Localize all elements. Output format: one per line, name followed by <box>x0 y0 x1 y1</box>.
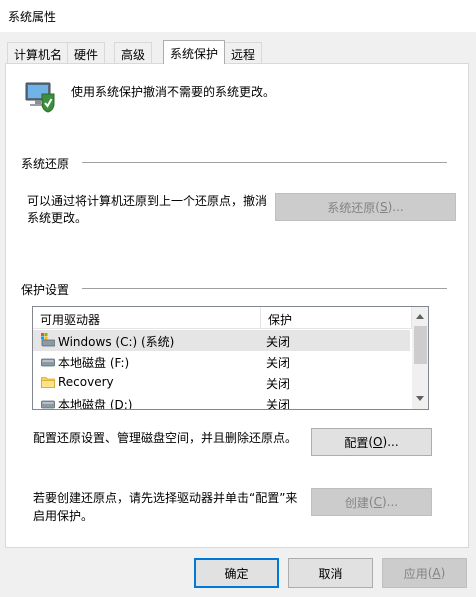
column-header-protection[interactable]: 保护 <box>261 307 412 329</box>
cancel-button[interactable]: 取消 <box>288 558 373 588</box>
tab-hardware[interactable]: 硬件 <box>67 42 106 63</box>
system-drive-icon <box>41 333 56 347</box>
drive-protection-status: 关闭 <box>266 356 291 370</box>
tab-system-protection[interactable]: 系统保护 <box>163 40 226 64</box>
scroll-down-arrow-icon[interactable] <box>416 396 424 401</box>
button-mnemonic: C <box>373 495 382 509</box>
configure-description: 配置还原设置、管理磁盘空间，并且删除还原点。 <box>33 431 298 445</box>
local-disk-icon <box>41 396 55 409</box>
drive-protection-status: 关闭 <box>266 335 291 349</box>
create-description-line1: 若要创建还原点，请先选择驱动器并单击“配置”来 <box>33 491 298 505</box>
column-header-drives[interactable]: 可用驱动器 <box>33 307 261 329</box>
button-label: 应用 <box>403 566 428 581</box>
drive-name: 本地磁盘 (F:) <box>58 356 130 370</box>
create-button[interactable]: 创建(C)... <box>311 488 432 516</box>
restore-description-line1: 可以通过将计算机还原到上一个还原点，撤消 <box>27 194 268 208</box>
button-label: 创建 <box>344 495 369 510</box>
intro-text: 使用系统保护撤消不需要的系统更改。 <box>71 85 276 99</box>
button-suffix: ... <box>392 200 404 214</box>
button-label: 配置 <box>344 435 369 450</box>
restore-description-line2: 系统更改。 <box>27 211 88 225</box>
section-divider <box>82 288 447 289</box>
section-divider <box>82 162 447 163</box>
drive-row-recovery[interactable]: Recovery 关闭 <box>33 372 410 393</box>
drive-list-scrollbar[interactable] <box>412 307 428 409</box>
drive-row-f[interactable]: 本地磁盘 (F:) 关闭 <box>33 351 410 372</box>
drive-protection-status: 关闭 <box>266 377 291 391</box>
window-title: 系统属性 <box>8 10 57 24</box>
tab-label: 计算机名 <box>14 48 63 62</box>
system-restore-section-title: 系统还原 <box>21 157 70 171</box>
column-header-label: 保护 <box>268 313 293 327</box>
tab-computer-name[interactable]: 计算机名 <box>7 42 70 63</box>
button-label: 系统还原 <box>327 200 376 215</box>
tab-label: 远程 <box>231 48 256 62</box>
tab-advanced[interactable]: 高级 <box>114 42 153 63</box>
scroll-up-arrow-icon[interactable] <box>416 314 424 319</box>
drive-row-d[interactable]: 本地磁盘 (D:) 关闭 <box>33 393 410 410</box>
button-label: 确定 <box>224 566 249 581</box>
drive-name: Windows (C:) (系统) <box>58 335 175 349</box>
tab-remote[interactable]: 远程 <box>224 42 263 63</box>
drive-protection-status: 关闭 <box>266 398 291 410</box>
apply-button[interactable]: 应用(A) <box>382 558 467 588</box>
configure-button[interactable]: 配置(O)... <box>311 428 432 456</box>
title-bar[interactable]: 系统属性 <box>0 0 476 32</box>
tab-label: 系统保护 <box>170 47 219 61</box>
drive-list[interactable]: 可用驱动器 保护 Windows (C:) (系统) 关闭 本地磁盘 (F:) … <box>32 306 429 410</box>
column-header-label: 可用驱动器 <box>40 313 101 327</box>
scrollbar-thumb[interactable] <box>414 326 427 364</box>
tab-label: 硬件 <box>74 48 99 62</box>
button-suffix: ... <box>386 495 399 509</box>
button-mnemonic: S <box>379 200 388 214</box>
drive-name: 本地磁盘 (D:) <box>58 398 133 410</box>
system-restore-button[interactable]: 系统还原(S)... <box>275 193 456 221</box>
folder-icon <box>41 375 55 389</box>
button-mnemonic: O <box>373 435 383 449</box>
drive-row-c[interactable]: Windows (C:) (系统) 关闭 <box>33 330 410 351</box>
system-protection-icon <box>20 81 56 113</box>
local-disk-icon <box>41 354 55 368</box>
drive-name: Recovery <box>58 375 114 389</box>
button-suffix: ... <box>387 435 399 449</box>
protection-settings-section-title: 保护设置 <box>21 283 70 297</box>
ok-button[interactable]: 确定 <box>194 558 279 588</box>
tab-label: 高级 <box>121 48 146 62</box>
button-mnemonic: A <box>432 566 441 580</box>
button-label: 取消 <box>318 566 343 581</box>
create-description-line2: 启用保护。 <box>33 509 94 523</box>
